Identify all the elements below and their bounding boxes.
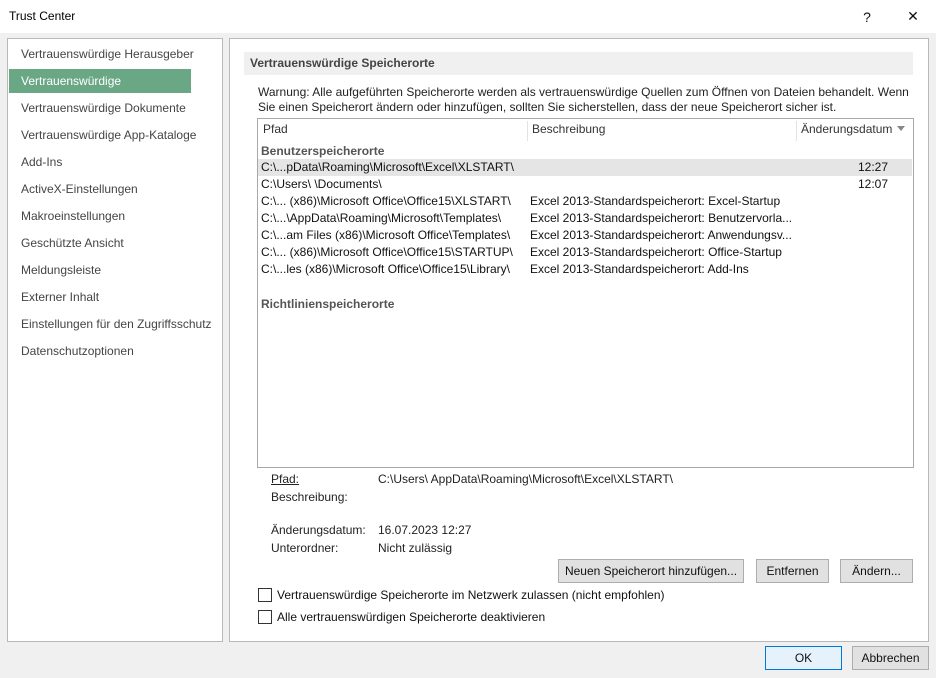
row-path: C:\...pData\Roaming\Microsoft\Excel\XLST…: [261, 160, 514, 174]
disable-locations-label[interactable]: Alle vertrauenswürdigen Speicherorte dea…: [277, 610, 545, 624]
row-description: Excel 2013-Standardspeicherort: Office-S…: [530, 245, 782, 259]
window-title: Trust Center: [9, 9, 76, 23]
cancel-button[interactable]: Abbrechen: [852, 646, 929, 670]
sidebar-item-app-catalogs[interactable]: Vertrauenswürdige App-Kataloge: [9, 123, 204, 147]
section-title: Vertrauenswürdige Speicherorte: [250, 56, 435, 70]
sidebar-item-addins[interactable]: Add-Ins: [9, 150, 204, 174]
column-header-path[interactable]: Pfad: [263, 122, 288, 140]
row-description: Excel 2013-Standardspeicherort: Anwendun…: [530, 228, 792, 242]
details-subfolder-value: Nicht zulässig: [378, 541, 453, 555]
help-icon: ?: [863, 8, 871, 25]
sidebar-item-publishers[interactable]: Vertrauenswürdige Herausgeber: [9, 42, 204, 66]
column-separator[interactable]: [796, 121, 797, 141]
details-date-label: Änderungsdatum:: [271, 523, 366, 537]
section-header: Vertrauenswürdige Speicherorte: [244, 52, 913, 75]
sidebar-item-message-bar[interactable]: Meldungsleiste: [9, 258, 204, 282]
network-locations-checkbox[interactable]: [258, 588, 272, 602]
column-header-date[interactable]: Änderungsdatum: [801, 122, 892, 140]
title-bar: [0, 0, 936, 33]
details-description-label: Beschreibung:: [271, 490, 348, 504]
help-button[interactable]: ?: [844, 0, 890, 33]
sidebar-item-protected-view[interactable]: Geschützte Ansicht: [9, 231, 204, 255]
list-row[interactable]: C:\... (x86)\Microsoft Office\Office15\X…: [258, 193, 912, 210]
details-path-value: C:\Users\ AppData\Roaming\Microsoft\Exce…: [378, 472, 673, 486]
row-date: 12:07: [858, 177, 889, 191]
details-subfolder-label: Unterordner:: [271, 541, 339, 555]
list-row[interactable]: C:\...\AppData\Roaming\Microsoft\Templat…: [258, 210, 912, 227]
list-row[interactable]: C:\Users\ \Documents\ 12:07: [258, 176, 912, 193]
row-path: C:\...am Files (x86)\Microsoft Office\Te…: [261, 228, 511, 242]
row-description: Excel 2013-Standardspeicherort: Add-Ins: [530, 262, 749, 276]
add-location-button[interactable]: Neuen Speicherort hinzufügen...: [558, 559, 744, 583]
row-description: Excel 2013-Standardspeicherort: Excel-St…: [530, 194, 781, 208]
sidebar-item-activex[interactable]: ActiveX-Einstellungen: [9, 177, 204, 201]
close-icon: ✕: [907, 8, 919, 24]
sidebar-item-privacy[interactable]: Datenschutzoptionen: [9, 339, 204, 363]
sidebar: Vertrauenswürdige Herausgeber Vertrauens…: [7, 38, 223, 642]
network-locations-label[interactable]: Vertrauenswürdige Speicherorte im Netzwe…: [277, 588, 665, 602]
ok-button[interactable]: OK: [765, 646, 842, 670]
column-header-description[interactable]: Beschreibung: [532, 122, 605, 140]
change-button[interactable]: Ändern...: [840, 559, 913, 583]
sidebar-item-documents[interactable]: Vertrauenswürdige Dokumente: [9, 96, 204, 120]
sort-arrow-icon: [897, 126, 905, 131]
row-description: Excel 2013-Standardspeicherort: Benutzer…: [530, 211, 793, 225]
group-user-locations: Benutzerspeicherorte: [261, 144, 385, 158]
list-row[interactable]: C:\...les (x86)\Microsoft Office\Office1…: [258, 261, 912, 278]
row-path: C:\...\AppData\Roaming\Microsoft\Templat…: [261, 211, 502, 225]
details-date-value: 16.07.2023 12:27: [378, 523, 472, 537]
sidebar-item-external-content[interactable]: Externer Inhalt: [9, 285, 204, 309]
warning-text: Warnung: Alle aufgeführten Speicherorte …: [258, 85, 909, 114]
list-row[interactable]: C:\...pData\Roaming\Microsoft\Excel\XLST…: [258, 159, 912, 176]
column-separator[interactable]: [527, 121, 528, 141]
close-button[interactable]: ✕: [890, 0, 936, 33]
list-row[interactable]: C:\...am Files (x86)\Microsoft Office\Te…: [258, 227, 912, 244]
details-path-label: Pfad:: [271, 472, 300, 486]
remove-button[interactable]: Entfernen: [756, 559, 829, 583]
sidebar-item-access-protection[interactable]: Einstellungen für den Zugriffsschutz: [9, 312, 221, 336]
list-row[interactable]: C:\... (x86)\Microsoft Office\Office15\S…: [258, 244, 912, 261]
row-path: C:\... (x86)\Microsoft Office\Office15\S…: [261, 245, 513, 259]
sidebar-item-macros[interactable]: Makroeinstellungen: [9, 204, 204, 228]
row-path: C:\... (x86)\Microsoft Office\Office15\X…: [261, 194, 511, 208]
group-policy-locations: Richtlinienspeicherorte: [261, 297, 395, 311]
disable-locations-checkbox[interactable]: [258, 610, 272, 624]
row-path: C:\Users\ \Documents\: [261, 177, 382, 191]
sidebar-item-locations[interactable]: Vertrauenswürdige Speicherorte: [9, 69, 191, 112]
row-path: C:\...les (x86)\Microsoft Office\Office1…: [261, 262, 510, 276]
row-date: 12:27: [858, 160, 889, 174]
